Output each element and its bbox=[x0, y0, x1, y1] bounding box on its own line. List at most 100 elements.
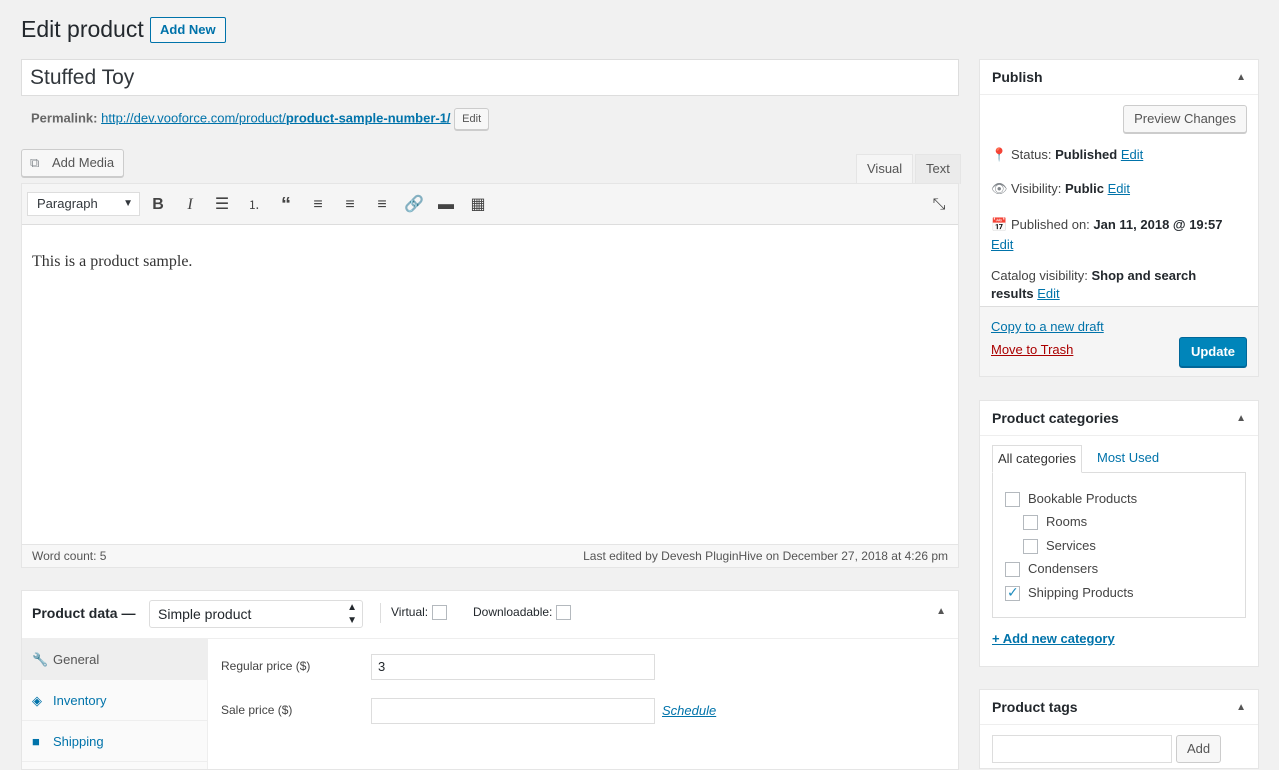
editor: Paragraph ▼ B I ☰ ⒈ “ ≡ ≡ ≡ 🔗 ▬ ▦ ⤡ This… bbox=[21, 183, 959, 568]
category-checkbox[interactable] bbox=[1005, 584, 1020, 602]
category-item[interactable]: Services bbox=[1023, 538, 1096, 555]
media-icon: ⧉ bbox=[30, 155, 40, 170]
bullet-list-icon[interactable]: ☰ bbox=[211, 194, 233, 216]
numbered-list-icon[interactable]: ⒈ bbox=[243, 194, 265, 216]
tab-all-categories[interactable]: All categories bbox=[992, 445, 1083, 473]
publish-box: Publish ▲ Preview Changes 📍 Status: Publi… bbox=[979, 59, 1259, 377]
sale-price-label: Sale price ($) bbox=[221, 703, 293, 717]
category-checkbox[interactable] bbox=[1005, 492, 1020, 508]
category-item[interactable]: Bookable Products bbox=[1005, 491, 1138, 508]
tags-header: Product tags ▲ bbox=[980, 690, 1258, 725]
status-label: Status: bbox=[1011, 147, 1052, 162]
copy-draft-link[interactable]: Copy to a new draft bbox=[991, 319, 1104, 334]
permalink-edit-button[interactable]: Edit bbox=[454, 108, 490, 130]
tab-most-used[interactable]: Most Used bbox=[1092, 445, 1164, 473]
categories-header: Product categories ▲ bbox=[980, 401, 1258, 436]
visibility-edit-link[interactable]: Edit bbox=[1108, 181, 1130, 196]
product-tags-box: Product tags ▲ Add bbox=[979, 689, 1259, 769]
format-select[interactable]: Paragraph ▼ bbox=[27, 192, 140, 216]
tag-input[interactable] bbox=[992, 735, 1172, 763]
visibility-label: Visibility: bbox=[1011, 181, 1062, 196]
add-media-button[interactable]: ⧉ Add Media bbox=[21, 149, 125, 177]
regular-price-label: Regular price ($) bbox=[221, 659, 311, 673]
category-checkbox[interactable] bbox=[1005, 562, 1020, 578]
add-tag-button[interactable]: Add bbox=[1176, 735, 1222, 763]
tags-title: Product tags bbox=[992, 699, 1078, 715]
move-to-trash-link[interactable]: Move to Trash bbox=[991, 342, 1073, 357]
categories-title: Product categories bbox=[992, 410, 1119, 426]
editor-content[interactable]: This is a product sample. bbox=[22, 225, 958, 545]
catalog-value-1: Shop and search bbox=[1091, 268, 1197, 283]
permalink: Permalink: http://dev.vooforce.com/produ… bbox=[31, 108, 490, 130]
published-row: 📅 Published on: Jan 11, 2018 @ 19:57 Edit bbox=[991, 215, 1249, 255]
italic-icon[interactable]: I bbox=[179, 194, 201, 216]
published-edit-link[interactable]: Edit bbox=[991, 237, 1013, 252]
editor-toolbar: Paragraph ▼ B I ☰ ⒈ “ ≡ ≡ ≡ 🔗 ▬ ▦ ⤡ bbox=[22, 184, 958, 225]
select-arrows-icon: ▲ ▼ bbox=[347, 602, 357, 626]
virtual-checkbox[interactable] bbox=[432, 605, 448, 621]
downloadable-option[interactable]: Downloadable: bbox=[473, 605, 572, 621]
divider bbox=[380, 603, 381, 623]
pin-icon: 📍 bbox=[991, 147, 1008, 162]
bold-icon[interactable]: B bbox=[147, 194, 169, 216]
product-categories-box: Product categories ▲ All categories Most… bbox=[979, 400, 1259, 667]
tab-shipping-label: Shipping bbox=[53, 734, 104, 749]
status-row: 📍 Status: Published Edit bbox=[991, 147, 1143, 163]
blockquote-icon[interactable]: “ bbox=[275, 194, 297, 216]
category-checkbox[interactable] bbox=[1023, 539, 1038, 555]
editor-status-bar: Word count: 5 Last edited by Devesh Plug… bbox=[22, 544, 958, 567]
tab-inventory[interactable]: ◈ Inventory bbox=[22, 680, 207, 721]
tab-text[interactable]: Text bbox=[915, 154, 961, 184]
update-button[interactable]: Update bbox=[1178, 337, 1247, 367]
collapse-arrow-icon[interactable]: ▲ bbox=[1236, 413, 1246, 424]
regular-price-input[interactable]: 3 bbox=[371, 654, 655, 680]
align-left-icon[interactable]: ≡ bbox=[307, 194, 329, 216]
tab-inventory-label: Inventory bbox=[53, 693, 107, 708]
tag-icon: ◈ bbox=[32, 693, 42, 708]
page-title: Edit product bbox=[21, 16, 144, 42]
catalog-value-2: results bbox=[991, 286, 1034, 301]
read-more-icon[interactable]: ▬ bbox=[435, 194, 457, 216]
downloadable-checkbox[interactable] bbox=[556, 605, 572, 621]
add-new-button[interactable]: Add New bbox=[150, 17, 226, 43]
status-value: Published bbox=[1055, 147, 1118, 162]
visibility-row: 👁 Visibility: Public Edit bbox=[991, 181, 1130, 197]
catalog-edit-link[interactable]: Edit bbox=[1037, 286, 1059, 301]
category-item[interactable]: Shipping Products bbox=[1005, 584, 1134, 602]
wrench-icon: 🔧 bbox=[32, 652, 49, 667]
category-item[interactable]: Condensers bbox=[1005, 561, 1098, 578]
align-center-icon[interactable]: ≡ bbox=[339, 194, 361, 216]
schedule-link[interactable]: Schedule bbox=[662, 703, 716, 718]
published-label: Published on: bbox=[1011, 217, 1090, 232]
category-item[interactable]: Rooms bbox=[1023, 514, 1087, 531]
permalink-base: http://dev.vooforce.com/product/ bbox=[101, 110, 286, 126]
tab-general[interactable]: 🔧 General bbox=[22, 639, 207, 680]
word-count: Word count: 5 bbox=[32, 549, 107, 563]
category-label: Shipping Products bbox=[1028, 585, 1134, 600]
visibility-value: Public bbox=[1064, 181, 1104, 196]
tab-visual[interactable]: Visual bbox=[856, 154, 914, 184]
calendar-icon: 📅 bbox=[991, 217, 1008, 232]
permalink-link[interactable]: http://dev.vooforce.com/product/product-… bbox=[101, 110, 450, 125]
add-new-category-link[interactable]: + Add new category bbox=[992, 631, 1115, 646]
category-checkbox[interactable] bbox=[1023, 515, 1038, 531]
eye-icon: 👁 bbox=[991, 181, 1008, 196]
toolbar-toggle-icon[interactable]: ▦ bbox=[467, 194, 489, 216]
virtual-option[interactable]: Virtual: bbox=[391, 605, 448, 621]
collapse-arrow-icon[interactable]: ▲ bbox=[936, 606, 946, 617]
product-type-select[interactable]: Simple product ▲ ▼ bbox=[149, 600, 363, 628]
sale-price-input[interactable] bbox=[371, 698, 655, 724]
format-select-value: Paragraph bbox=[37, 196, 98, 211]
product-title-input[interactable]: Stuffed Toy bbox=[21, 59, 959, 96]
collapse-arrow-icon[interactable]: ▲ bbox=[1236, 72, 1246, 83]
status-edit-link[interactable]: Edit bbox=[1121, 147, 1143, 162]
downloadable-label: Downloadable: bbox=[473, 605, 553, 619]
align-right-icon[interactable]: ≡ bbox=[371, 194, 393, 216]
preview-changes-button[interactable]: Preview Changes bbox=[1123, 105, 1247, 133]
permalink-slug: product-sample-number-1/ bbox=[285, 110, 451, 126]
category-label: Bookable Products bbox=[1028, 491, 1138, 506]
product-data-header: Product data — Simple product ▲ ▼ Virtual… bbox=[22, 591, 958, 639]
fullscreen-icon[interactable]: ⤡ bbox=[928, 194, 950, 216]
link-icon[interactable]: 🔗 bbox=[403, 194, 425, 216]
collapse-arrow-icon[interactable]: ▲ bbox=[1236, 702, 1246, 713]
